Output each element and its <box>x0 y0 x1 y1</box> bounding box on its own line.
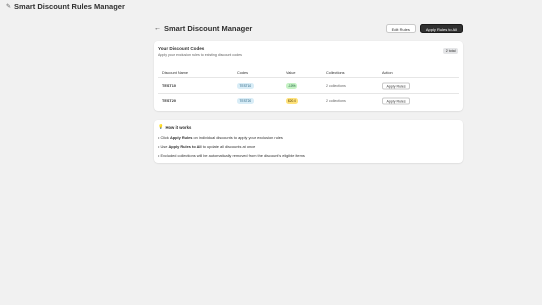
how-it-works-list: • Click Apply Rules on individual discou… <box>158 135 305 162</box>
total-count-badge: 2 total <box>443 48 458 54</box>
value-badge: $20.0 <box>286 97 298 104</box>
column-header-value: Value <box>286 71 296 75</box>
apply-rules-to-all-button[interactable]: Apply Rules to All <box>419 23 463 33</box>
app-icon: ✎ <box>6 3 12 10</box>
collections-count: 2 collections <box>326 84 346 88</box>
column-header-collections: Collections <box>326 71 345 75</box>
app-title: Smart Discount Rules Manager <box>14 2 125 11</box>
page-title: Smart Discount Manager <box>164 23 253 33</box>
how-it-works-item: • Click Apply Rules on individual discou… <box>158 135 283 140</box>
discount-name: TEST20 <box>162 98 176 103</box>
app-bar: ✎ Smart Discount Rules Manager <box>0 0 542 13</box>
table-row: TEST10 TEST10 -10% 2 collections Apply R… <box>158 79 459 94</box>
table-header: Discount Name Codes Value Collections Ac… <box>158 66 459 78</box>
header-actions: Edit Rules Apply Rules to All <box>385 23 463 33</box>
page-header: ← Smart Discount Manager Edit Rules Appl… <box>154 23 463 33</box>
back-arrow-icon[interactable]: ← <box>154 25 163 32</box>
how-it-works-item: • Excluded collections will be automatic… <box>158 153 305 158</box>
column-header-codes: Codes <box>237 71 248 75</box>
code-badge: TEST10 <box>237 83 254 89</box>
table-row: TEST20 TEST20 $20.0 2 collections Apply … <box>158 93 459 108</box>
apply-rules-button[interactable]: Apply Rules <box>382 82 411 90</box>
how-it-works-title: 💡 How it works <box>158 124 191 130</box>
apply-rules-button[interactable]: Apply Rules <box>382 97 411 104</box>
how-it-works-label: How it works <box>165 124 192 130</box>
how-it-works-item: • Use Apply Rules to All to update all d… <box>158 144 256 149</box>
column-header-discount-name: Discount Name <box>162 71 188 75</box>
lightbulb-icon: 💡 <box>158 124 164 129</box>
edit-rules-button[interactable]: Edit Rules <box>385 23 416 33</box>
value-badge: -10% <box>286 83 298 89</box>
discount-codes-subtitle: Apply your exclusion rules to existing d… <box>158 53 242 57</box>
discount-codes-title: Your Discount Codes <box>158 46 205 51</box>
column-header-action: Action <box>382 71 393 75</box>
collections-count: 2 collections <box>326 98 346 103</box>
code-badge: TEST20 <box>237 97 254 104</box>
discount-name: TEST10 <box>162 84 176 88</box>
how-it-works-card: 💡 How it works • Click Apply Rules on in… <box>154 120 463 163</box>
